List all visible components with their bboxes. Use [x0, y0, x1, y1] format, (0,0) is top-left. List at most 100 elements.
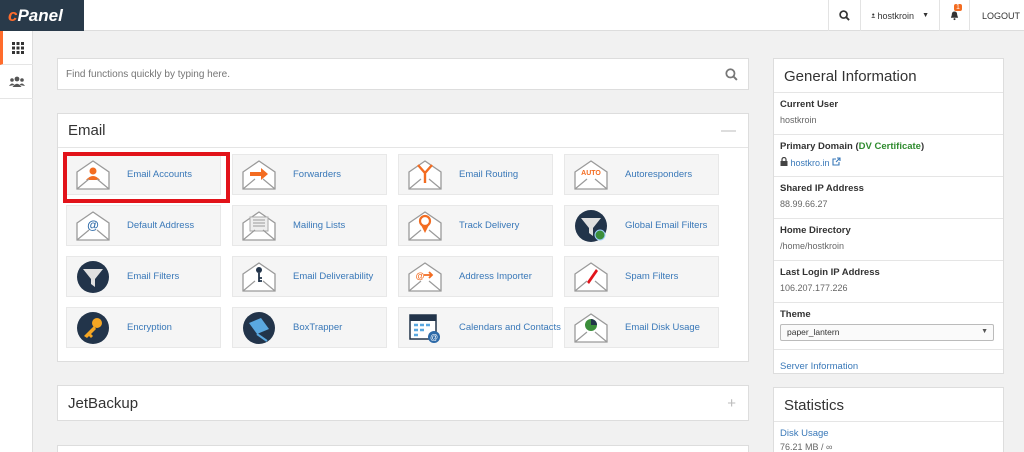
tile-forwarders[interactable]: Forwarders	[232, 154, 387, 195]
last-login-value: 106.207.177.226	[780, 283, 848, 293]
tile-default-address[interactable]: @ Default Address	[66, 205, 221, 246]
tile-email-disk-usage[interactable]: Email Disk Usage	[564, 307, 719, 348]
search-input[interactable]	[58, 59, 748, 89]
tile-label: Mailing Lists	[293, 220, 346, 231]
disk-usage-value: 76.21 MB / ∞	[780, 442, 833, 452]
logo-panel: Panel	[17, 6, 63, 25]
logout-button[interactable]: LOGOUT	[969, 0, 1024, 31]
tile-label: Default Address	[127, 220, 195, 231]
bell-icon	[950, 11, 959, 21]
shared-ip-row: Shared IP Address 88.99.66.27	[774, 177, 1003, 219]
notification-badge: 1	[954, 4, 962, 11]
search-icon	[839, 10, 850, 21]
tile-label: Forwarders	[293, 169, 342, 180]
top-search-button[interactable]	[828, 0, 860, 31]
primary-domain-label-close: )	[920, 141, 925, 152]
primary-domain-link[interactable]: hostkro.in	[791, 158, 830, 168]
tile-label: Autoresponders	[625, 169, 693, 180]
home-directory-value: /home/hostkroin	[780, 241, 845, 251]
jetbackup-panel: JetBackup +	[57, 385, 749, 421]
calendars-contacts-icon: @	[409, 313, 440, 343]
tile-global-email-filters[interactable]: Global Email Filters	[564, 205, 719, 246]
collapse-icon[interactable]: —	[721, 122, 736, 139]
tile-spam-filters[interactable]: Spam Filters	[564, 256, 719, 297]
shared-ip-label: Shared IP Address	[780, 183, 864, 194]
tile-email-accounts[interactable]: Email Accounts	[66, 154, 221, 195]
disk-usage-link[interactable]: Disk Usage	[780, 428, 997, 439]
statistics-panel: Statistics Disk Usage 76.21 MB / ∞	[773, 387, 1004, 452]
tile-autoresponders[interactable]: AUTO Autoresponders	[564, 154, 719, 195]
tile-address-importer[interactable]: @ Address Importer	[398, 256, 553, 297]
boxtrapper-icon	[243, 311, 275, 344]
shared-ip-value: 88.99.66.27	[780, 199, 828, 209]
cpanel-logo[interactable]: cPanel	[0, 0, 84, 31]
tile-label: Spam Filters	[625, 271, 679, 282]
dv-certificate-link[interactable]: DV Certificate	[859, 141, 921, 152]
primary-domain-label: Primary Domain (DV Certificate)	[780, 141, 997, 152]
current-user-value: hostkroin	[780, 115, 817, 125]
home-directory-row: Home Directory /home/hostkroin	[774, 219, 1003, 261]
tile-calendars-and-contacts[interactable]: @ Calendars and Contacts	[398, 307, 561, 348]
logout-label: LOGOUT	[982, 10, 1021, 21]
theme-select[interactable]: paper_lantern ▼	[780, 324, 994, 341]
address-importer-icon: @	[408, 261, 442, 292]
chevron-down-icon: ▼	[922, 12, 929, 19]
email-disk-usage-icon	[574, 312, 608, 343]
jetbackup-panel-header[interactable]: JetBackup +	[58, 386, 748, 420]
svg-text:@: @	[430, 333, 438, 342]
svg-text:AUTO: AUTO	[581, 170, 601, 177]
spam-filters-icon	[574, 261, 608, 292]
panel-title: JetBackup	[68, 394, 139, 412]
grid-icon	[12, 41, 24, 54]
tile-boxtrapper[interactable]: BoxTrapper	[232, 307, 387, 348]
chevron-down-icon: ▼	[981, 328, 988, 335]
statistics-title: Statistics	[774, 388, 1003, 422]
external-link-icon[interactable]	[832, 157, 841, 166]
tile-label: Email Routing	[459, 169, 519, 180]
disk-usage-row: Disk Usage 76.21 MB / ∞	[774, 422, 1003, 452]
user-menu[interactable]: hostkroin ▼	[860, 0, 939, 31]
forwarders-icon	[242, 159, 276, 190]
primary-domain-value: hostkro.in	[780, 156, 997, 168]
tile-label: Global Email Filters	[625, 220, 708, 231]
current-user-label: Current User	[780, 99, 839, 110]
panel-title: Email	[68, 122, 106, 139]
sidebar-item-users[interactable]	[0, 65, 33, 99]
username: hostkroin	[877, 10, 915, 21]
global-email-filters-icon	[575, 209, 607, 242]
tile-label: Track Delivery	[459, 220, 520, 231]
tile-label: Encryption	[127, 322, 172, 333]
tile-email-filters[interactable]: Email Filters	[66, 256, 221, 297]
server-information-link[interactable]: Server Information	[780, 361, 858, 372]
primary-domain-label-text: Primary Domain (	[780, 141, 859, 152]
email-accounts-icon	[76, 159, 110, 190]
expand-icon[interactable]: +	[727, 395, 736, 412]
user-icon	[871, 13, 876, 18]
top-nav: hostkroin ▼ 1 LOGOUT	[828, 0, 1024, 31]
autoresponders-icon: AUTO	[574, 159, 608, 190]
tile-label: Address Importer	[459, 271, 532, 282]
home-directory-label: Home Directory	[780, 225, 851, 236]
encryption-icon	[77, 311, 109, 344]
tile-label: Email Filters	[127, 271, 180, 282]
general-information-title: General Information	[774, 59, 1003, 93]
email-panel-header[interactable]: Email —	[58, 114, 748, 148]
sidebar-item-home[interactable]	[0, 31, 33, 65]
email-routing-icon	[408, 159, 442, 190]
tile-label: Email Deliverability	[293, 271, 374, 282]
tile-email-routing[interactable]: Email Routing	[398, 154, 553, 195]
general-information-panel: General Information Current User hostkro…	[773, 58, 1004, 374]
server-info-row: Server Information	[774, 350, 1003, 380]
notifications-button[interactable]: 1	[939, 0, 969, 31]
theme-select-value: paper_lantern	[787, 327, 840, 337]
email-deliverability-icon	[242, 261, 276, 292]
tile-encryption[interactable]: Encryption	[66, 307, 221, 348]
tile-label: Email Accounts	[127, 169, 192, 180]
lock-icon	[780, 156, 788, 166]
email-grid: Email Accounts Forwarders Email Routing …	[66, 154, 719, 348]
tile-email-deliverability[interactable]: Email Deliverability	[232, 256, 387, 297]
search-icon[interactable]	[725, 68, 738, 81]
tile-track-delivery[interactable]: Track Delivery	[398, 205, 553, 246]
tile-mailing-lists[interactable]: Mailing Lists	[232, 205, 387, 246]
theme-label: Theme	[780, 309, 811, 320]
